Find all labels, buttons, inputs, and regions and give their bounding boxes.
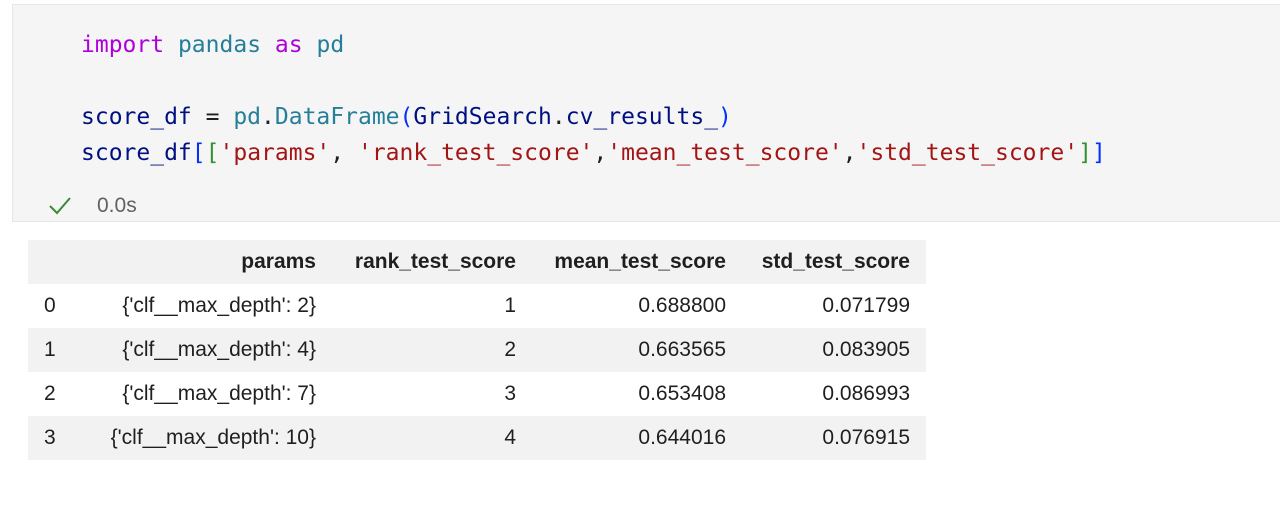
code-token: 'rank_test_score' [357,140,594,166]
header-params: params [241,250,316,273]
table-row: 2 {'clf__max_depth': 7} 3 0.653408 0.086… [28,372,926,416]
code-token: cv_results_ [565,104,719,130]
cell-params: {'clf__max_depth': 4} [122,338,316,361]
code-token: DataFrame [274,104,400,130]
cell-std-test-score: 0.086993 [822,382,910,405]
code-token: ) [718,104,732,130]
code-token: . [261,104,275,130]
cell-mean-test-score: 0.644016 [638,426,726,449]
cell-rank-test-score: 2 [504,338,516,361]
cell-std-test-score: 0.071799 [822,294,910,317]
code-line: import pandas as pd [81,27,1106,63]
code-editor[interactable]: import pandas as pd score_df = pd.DataFra… [81,27,1106,171]
cell-params: {'clf__max_depth': 10} [110,426,316,449]
dataframe-table: params rank_test_score mean_test_score s… [28,240,926,460]
code-token: ( [399,104,414,130]
cell-rank-test-score: 3 [504,382,516,405]
cell-std-test-score: 0.076915 [822,426,910,449]
cell-params: {'clf__max_depth': 7} [122,382,316,405]
cell-mean-test-score: 0.663565 [638,338,726,361]
table-row: 1 {'clf__max_depth': 4} 2 0.663565 0.083… [28,328,926,372]
code-token: . [551,104,566,130]
cell-params: {'clf__max_depth': 2} [122,294,316,317]
table-row: 3 {'clf__max_depth': 10} 4 0.644016 0.07… [28,416,926,460]
code-token: GridSearch [413,104,552,130]
code-token: pandas [177,32,262,58]
code-token: 'params' [219,140,331,166]
cell-std-test-score: 0.083905 [822,338,910,361]
cell-execution-status: 0.0s [47,191,137,221]
code-token: ] [1078,140,1092,166]
cell-rank-test-score: 1 [504,294,516,317]
code-token: , [593,140,608,166]
code-token: , [842,140,857,166]
execution-duration: 0.0s [97,194,137,217]
code-token: pd [316,32,345,58]
table-header-row: params rank_test_score mean_test_score s… [28,240,926,284]
row-index: 0 [44,294,56,317]
row-index: 2 [44,382,56,405]
table-row: 0 {'clf__max_depth': 2} 1 0.688800 0.071… [28,284,926,328]
code-token: score_df [81,104,192,130]
code-token: = [191,104,234,130]
code-token: [ [191,140,206,166]
code-token: 'std_test_score' [856,140,1079,166]
header-index [28,240,74,284]
cell-mean-test-score: 0.688800 [638,294,726,317]
row-index: 1 [44,338,56,361]
code-token: ] [1091,140,1106,166]
header-mean-test-score: mean_test_score [554,250,726,273]
code-cell[interactable]: import pandas as pd score_df = pd.DataFra… [12,4,1280,222]
code-line: score_df[['params', 'rank_test_score','m… [81,135,1106,171]
cell-mean-test-score: 0.653408 [638,382,726,405]
header-std-test-score: std_test_score [761,250,910,273]
code-token: import [81,32,165,58]
code-token: as [274,32,303,58]
cell-output: params rank_test_score mean_test_score s… [28,240,926,460]
code-token: [ [205,140,220,166]
code-token: score_df [81,140,192,166]
cell-rank-test-score: 4 [504,426,516,449]
code-token: pd [233,104,262,130]
code-line: score_df = pd.DataFrame(GridSearch.cv_re… [81,99,1106,135]
code-token: 'mean_test_score' [607,140,843,166]
check-icon [47,193,73,219]
row-index: 3 [44,426,56,449]
code-token: , [330,140,358,166]
header-rank-test-score: rank_test_score [354,250,516,273]
